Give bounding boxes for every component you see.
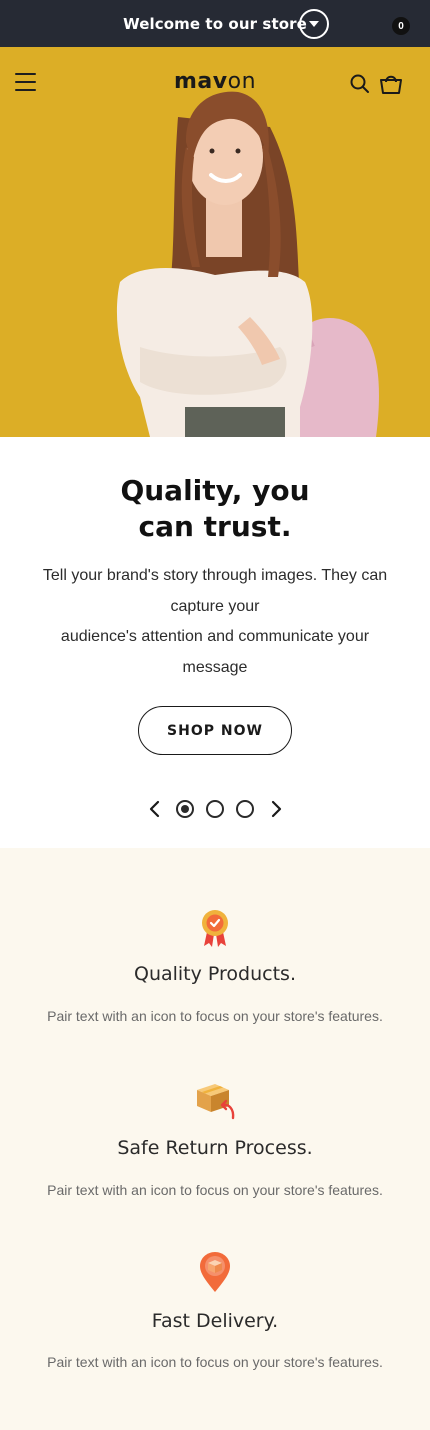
slider-dot-1[interactable] [176,800,194,818]
logo-part-light: on [227,69,257,94]
slide-description-line: capture your [170,597,260,615]
slider-next-button[interactable] [266,798,286,820]
feature-item: Quality Products. Pair text with an icon… [0,906,430,1026]
feature-text: Pair text with an icon to focus on your … [47,1008,383,1024]
feature-item: Fast Delivery. Pair text with an icon to… [0,1250,430,1370]
cart-button[interactable] [378,70,404,96]
quality-badge-icon [193,906,237,950]
feature-title: Quality Products. [133,963,296,985]
search-icon [350,74,369,93]
slider-prev-button[interactable] [145,798,165,820]
features-section: Quality Products. Pair text with an icon… [0,848,430,1430]
hero-slide-content: Quality, you can trust. Tell your brand'… [0,437,430,848]
caret-down-icon [309,21,319,27]
slide-heading-line: can trust. [138,510,292,543]
slider-dot-3[interactable] [236,800,254,818]
return-box-icon [193,1078,237,1122]
feature-title: Safe Return Process. [117,1137,313,1159]
slider-dot-2[interactable] [206,800,224,818]
delivery-pin-icon [193,1250,237,1294]
cart-count-badge: 0 [392,17,410,35]
slide-description-line: audience's attention and communicate you… [60,628,370,645]
announcement-text: Welcome to our store [123,14,307,33]
feature-text: Pair text with an icon to focus on your … [47,1354,383,1370]
feature-item: Safe Return Process. Pair text with an i… [0,1078,430,1198]
feature-title: Fast Delivery. [151,1310,279,1332]
announcement-toggle-button[interactable] [299,9,329,39]
chevron-left-icon [149,800,160,818]
shop-now-button[interactable]: SHOP NOW [138,706,292,755]
slide-heading-line: Quality, you [120,474,310,507]
logo-part-bold: mav [173,69,228,94]
slider-navigation [0,796,430,822]
slide-description-line: message [182,658,248,676]
slide-description: Tell your brand's story through images. … [20,561,410,683]
shopping-bag-icon [380,75,402,94]
slide-description-line: Tell your brand's story through images. … [42,567,388,584]
slide-heading: Quality, you can trust. [40,473,390,545]
site-header: mavon [0,47,430,119]
feature-text: Pair text with an icon to focus on your … [47,1182,383,1198]
announcement-bar: Welcome to our store [0,0,430,47]
search-button[interactable] [349,73,371,95]
chevron-right-icon [271,800,282,818]
